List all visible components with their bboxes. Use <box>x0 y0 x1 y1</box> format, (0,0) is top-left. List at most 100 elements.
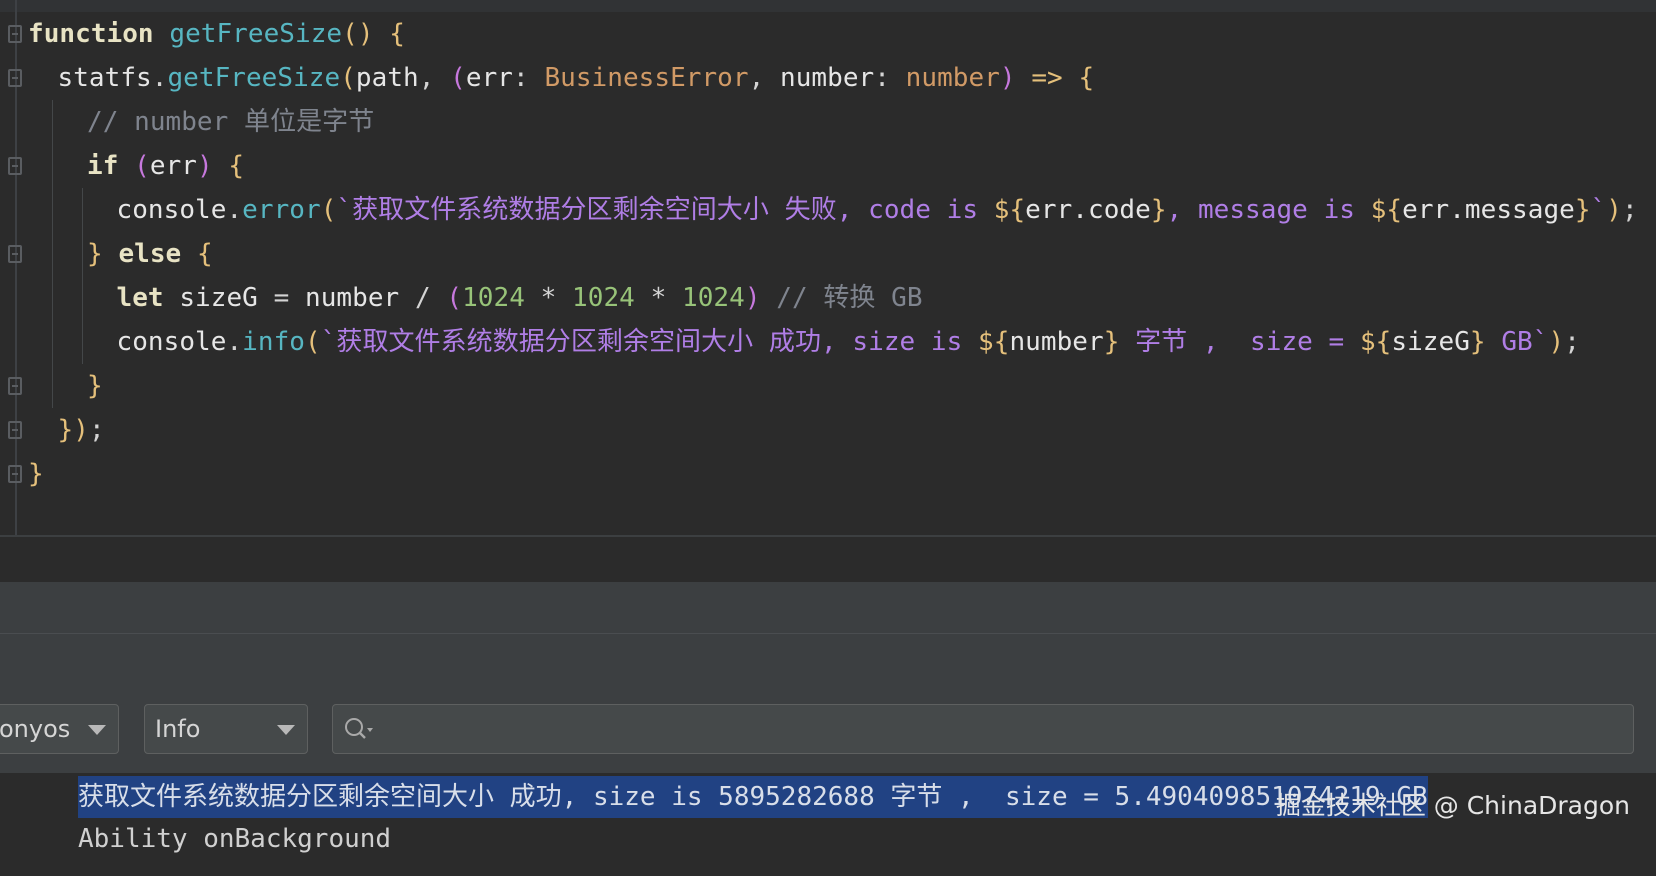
code-token: ${ <box>978 327 1010 357</box>
code-token: } <box>1469 327 1486 357</box>
code-token: else <box>118 239 182 269</box>
code-token: } <box>87 239 103 269</box>
code-token: err.code <box>1025 195 1151 225</box>
code-token: ( <box>304 327 321 357</box>
code-line: console.info(`获取文件系统数据分区剩余空间大小 成功, size … <box>117 320 1580 364</box>
fold-marker-icon[interactable] <box>8 377 22 395</box>
fold-marker-icon[interactable] <box>8 465 22 483</box>
code-token: number <box>905 63 1000 93</box>
code-token: = <box>257 283 305 313</box>
code-editor[interactable]: function getFreeSize() {statfs.getFreeSi… <box>0 0 1656 537</box>
code-token: . <box>151 63 168 93</box>
code-token: 1024 <box>572 283 635 313</box>
code-token: => <box>1031 63 1063 93</box>
code-line: } <box>87 364 103 408</box>
log-level-dropdown[interactable]: Info <box>144 704 308 754</box>
code-token: } <box>1103 327 1120 357</box>
code-token: ) <box>1548 327 1565 357</box>
code-line: // number 单位是字节 <box>87 100 374 144</box>
indent-guide <box>52 100 53 408</box>
fold-marker-icon[interactable] <box>8 421 22 439</box>
search-icon <box>345 718 373 739</box>
code-token: BusinessError <box>544 63 749 93</box>
chevron-down-icon <box>277 725 295 735</box>
code-token: , message is <box>1166 195 1371 225</box>
code-token: ; <box>1564 327 1580 357</box>
code-token: { <box>196 239 213 269</box>
code-token: ( <box>320 195 337 225</box>
code-token: sizeG <box>1391 327 1470 357</box>
fold-marker-icon[interactable] <box>8 245 22 263</box>
code-token: ${ <box>1359 327 1392 357</box>
editor-top-strip <box>0 0 1656 12</box>
code-token: `获取文件系统数据分区剩余空间大小 失败, code is <box>336 195 994 225</box>
log-line-selected[interactable]: 获取文件系统数据分区剩余空间大小 成功, size is 5895282688 … <box>78 776 1428 818</box>
code-token: sizeG <box>179 283 258 313</box>
code-token: console <box>116 327 227 357</box>
code-token: ; <box>88 415 105 445</box>
code-token: function <box>28 19 154 49</box>
code-line: } else { <box>87 232 213 276</box>
code-token: , <box>418 63 451 93</box>
code-token: } <box>28 459 44 489</box>
code-token: ( <box>450 63 466 93</box>
code-token: err <box>465 63 514 93</box>
code-line: statfs.getFreeSize(path, (err: BusinessE… <box>58 56 1095 100</box>
code-token: ( <box>446 283 463 313</box>
code-token: ) <box>1606 195 1623 225</box>
tool-window-header <box>0 582 1656 634</box>
code-token: } <box>1150 195 1167 225</box>
code-token: getFreeSize <box>169 19 343 49</box>
code-token: number <box>1009 327 1104 357</box>
code-line: function getFreeSize() { <box>28 12 405 56</box>
code-token: ) <box>744 283 761 313</box>
code-token: console <box>116 195 227 225</box>
code-token: statfs <box>57 63 152 93</box>
code-token: let <box>116 283 164 313</box>
code-token: . <box>226 327 243 357</box>
fold-marker-icon[interactable] <box>8 157 22 175</box>
code-token: `获取文件系统数据分区剩余空间大小 成功, size is <box>320 327 979 357</box>
code-token: 字节 , size = <box>1119 327 1360 357</box>
code-token: 1024 <box>681 283 745 313</box>
code-token: number <box>305 283 400 313</box>
code-token: // number 单位是字节 <box>87 107 375 137</box>
code-token: { <box>1078 63 1095 93</box>
code-token: ${ <box>993 195 1026 225</box>
code-token: : <box>513 63 545 93</box>
code-token: error <box>242 195 321 225</box>
code-token: 1024 <box>462 283 525 313</box>
code-token: ) <box>196 151 213 181</box>
fold-marker-icon[interactable] <box>8 69 22 87</box>
code-token: . <box>226 195 243 225</box>
code-token: ; <box>1622 195 1638 225</box>
code-token: * <box>524 283 573 313</box>
code-token: } <box>87 371 103 401</box>
log-output[interactable]: 获取文件系统数据分区剩余空间大小 成功, size is 5895282688 … <box>0 774 1656 876</box>
code-token: getFreeSize <box>167 63 341 93</box>
code-token: } <box>1574 195 1591 225</box>
watermark: 掘金技术社区 @ ChinaDragon <box>1275 791 1630 820</box>
code-token: err.message <box>1402 195 1575 225</box>
code-token: ${ <box>1370 195 1403 225</box>
log-line[interactable]: Ability onBackground <box>78 818 391 860</box>
code-line: let sizeG = number / (1024 * 1024 * 1024… <box>117 276 923 320</box>
code-token: number <box>780 63 875 93</box>
log-search-input[interactable] <box>332 704 1634 754</box>
code-token: GB` <box>1485 327 1549 357</box>
code-token: path <box>355 63 419 93</box>
code-line: if (err) { <box>87 144 244 188</box>
code-line: } <box>28 452 44 496</box>
fold-marker-icon[interactable] <box>8 25 22 43</box>
code-token: ) <box>73 415 89 445</box>
device-dropdown[interactable]: onyos <box>0 704 119 754</box>
code-token: () <box>342 19 374 49</box>
device-dropdown-value: onyos <box>0 715 71 743</box>
code-token: / <box>399 283 447 313</box>
